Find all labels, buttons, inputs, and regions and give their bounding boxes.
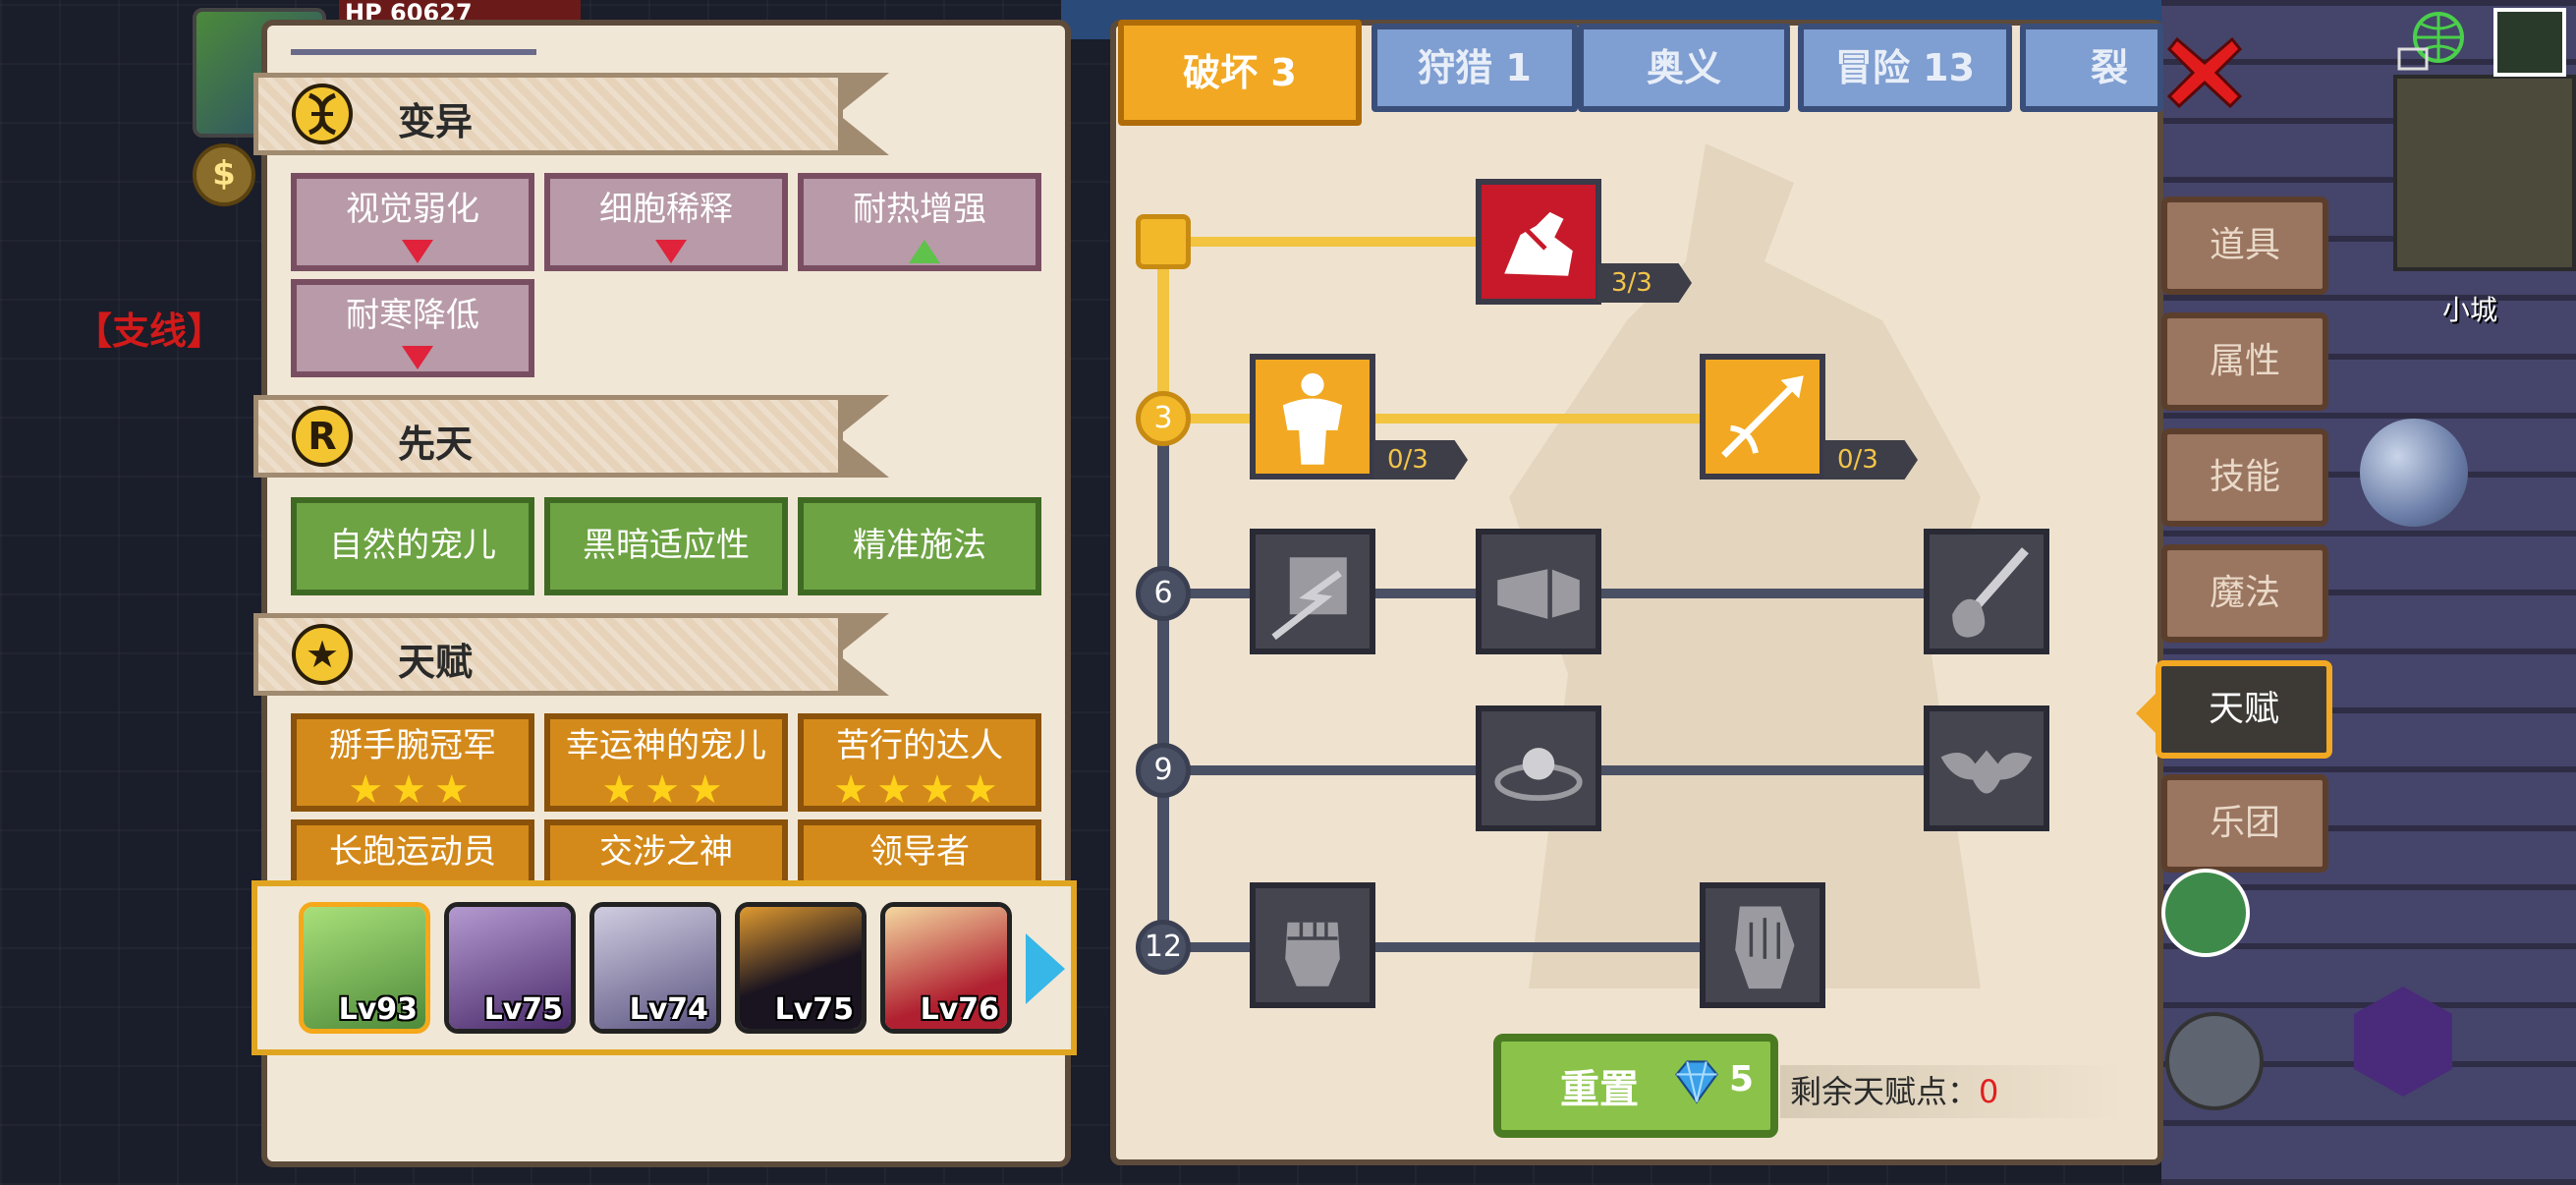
grip-icon (1735, 906, 1795, 989)
bat-talent[interactable] (1924, 705, 2049, 831)
innate-chip[interactable]: 自然的宠儿 (291, 497, 534, 595)
grip-talent[interactable] (1700, 882, 1825, 1008)
menu-band[interactable]: 乐团 (2161, 774, 2328, 873)
talent-progress: 3/3 (1597, 263, 1692, 303)
menu-magic[interactable]: 魔法 (2161, 544, 2328, 643)
party-member[interactable]: Lv75 (735, 902, 867, 1034)
expand-map-icon[interactable] (2493, 8, 2566, 77)
section-title: 变异 (398, 100, 474, 143)
level-marker: 3 (1136, 391, 1191, 446)
tab-mystery[interactable]: 奥义 (1578, 24, 1790, 112)
section-innate: R 先天 (253, 395, 889, 478)
decrease-arrow-icon (402, 346, 433, 369)
shield-strike-icon (1271, 557, 1347, 641)
arm-wrestle-talent[interactable] (1476, 179, 1601, 305)
talent-progress: 0/3 (1373, 440, 1468, 480)
star-rating: ★★★ (348, 767, 477, 813)
party-selector: Lv93 Lv75 Lv74 Lv75 Lv76 (252, 880, 1077, 1055)
party-member[interactable]: Lv75 (444, 902, 576, 1034)
mutation-chip[interactable]: 耐寒降低 (291, 279, 534, 377)
close-icon[interactable] (2165, 33, 2244, 112)
splash-talent[interactable] (1924, 529, 2049, 654)
currency-badge-icon[interactable]: $ (193, 143, 255, 206)
minimap-location-label: 小城 (2442, 294, 2498, 326)
innate-chip[interactable]: 黑暗适应性 (544, 497, 788, 595)
star-icon: ★ (292, 624, 353, 685)
innate-chip[interactable]: 精准施法 (798, 497, 1041, 595)
arrow-talent[interactable] (1700, 354, 1825, 480)
next-page-arrow-icon[interactable] (1026, 933, 1065, 1004)
tree-icon[interactable] (2161, 869, 2250, 957)
mutation-chip[interactable]: 细胞稀释 (544, 173, 788, 271)
remaining-talent-points: 剩余天赋点：0 (1780, 1065, 2124, 1118)
star-rating: ★★★ (601, 767, 731, 813)
tab-rift[interactable]: 裂痕 (2020, 24, 2163, 112)
splash-icon (1952, 547, 2029, 638)
menu-attributes[interactable]: 属性 (2161, 312, 2328, 411)
mutation-chip[interactable]: 耐热增强 (798, 173, 1041, 271)
talent-chip[interactable]: 苦行的达人 ★★★★ (798, 713, 1041, 812)
shield-strike-talent[interactable] (1250, 529, 1375, 654)
reset-talents-button[interactable]: 重置 5 (1493, 1034, 1778, 1138)
tab-hunt[interactable]: 狩猎 1 (1372, 24, 1578, 112)
side-quest-label[interactable]: 【支线】 (75, 301, 224, 355)
bat-icon (1940, 750, 2033, 794)
tree-root-marker (1136, 214, 1191, 269)
punch-talent[interactable] (1476, 529, 1601, 654)
section-mutation: 变异 (253, 73, 889, 155)
section-talent: ★ 天赋 (253, 613, 889, 696)
ripple-icon (1494, 748, 1583, 802)
level-marker: 12 (1136, 920, 1191, 975)
network-globe-icon[interactable] (2395, 8, 2474, 77)
tab-adventure[interactable]: 冒险 13 (1798, 24, 2012, 112)
strength-talent[interactable] (1250, 354, 1375, 480)
star-rating: ★★★★ (833, 767, 1006, 813)
section-title: 先天 (398, 423, 474, 466)
world-globe-icon[interactable] (2360, 419, 2468, 527)
talent-chip[interactable]: 掰手腕冠军 ★★★ (291, 713, 534, 812)
arrow-burst-icon (1721, 375, 1804, 458)
fist-talent[interactable] (1250, 882, 1375, 1008)
talent-chip[interactable]: 幸运神的宠儿 ★★★ (544, 713, 788, 812)
section-title: 天赋 (398, 641, 474, 684)
r-coin-icon: R (292, 406, 353, 467)
minimap[interactable] (2393, 75, 2576, 271)
punch-icon (1497, 568, 1580, 619)
decrease-arrow-icon (402, 240, 433, 263)
party-member[interactable]: Lv93 (299, 902, 430, 1034)
party-member[interactable]: Lv76 (880, 902, 1012, 1034)
muscle-body-icon (1282, 372, 1343, 465)
level-marker: 9 (1136, 743, 1191, 798)
talent-progress: 0/3 (1823, 440, 1918, 480)
level-marker: 6 (1136, 566, 1191, 621)
compass-icon[interactable] (2165, 1012, 2264, 1110)
dna-icon (292, 84, 353, 144)
fist-icon (1285, 922, 1340, 987)
menu-items[interactable]: 道具 (2161, 197, 2328, 295)
tab-destroy[interactable]: 破坏 3 (1118, 20, 1362, 126)
divider (291, 49, 536, 55)
mutation-chip[interactable]: 视觉弱化 (291, 173, 534, 271)
increase-arrow-icon (909, 240, 940, 263)
ripple-talent[interactable] (1476, 705, 1601, 831)
diamond-icon (1675, 1060, 1718, 1104)
menu-skills[interactable]: 技能 (2161, 428, 2328, 527)
menu-talent[interactable]: 天赋 (2136, 660, 2332, 759)
decrease-arrow-icon (655, 240, 687, 263)
party-member[interactable]: Lv74 (589, 902, 721, 1034)
arm-wrestle-icon (1504, 211, 1573, 276)
